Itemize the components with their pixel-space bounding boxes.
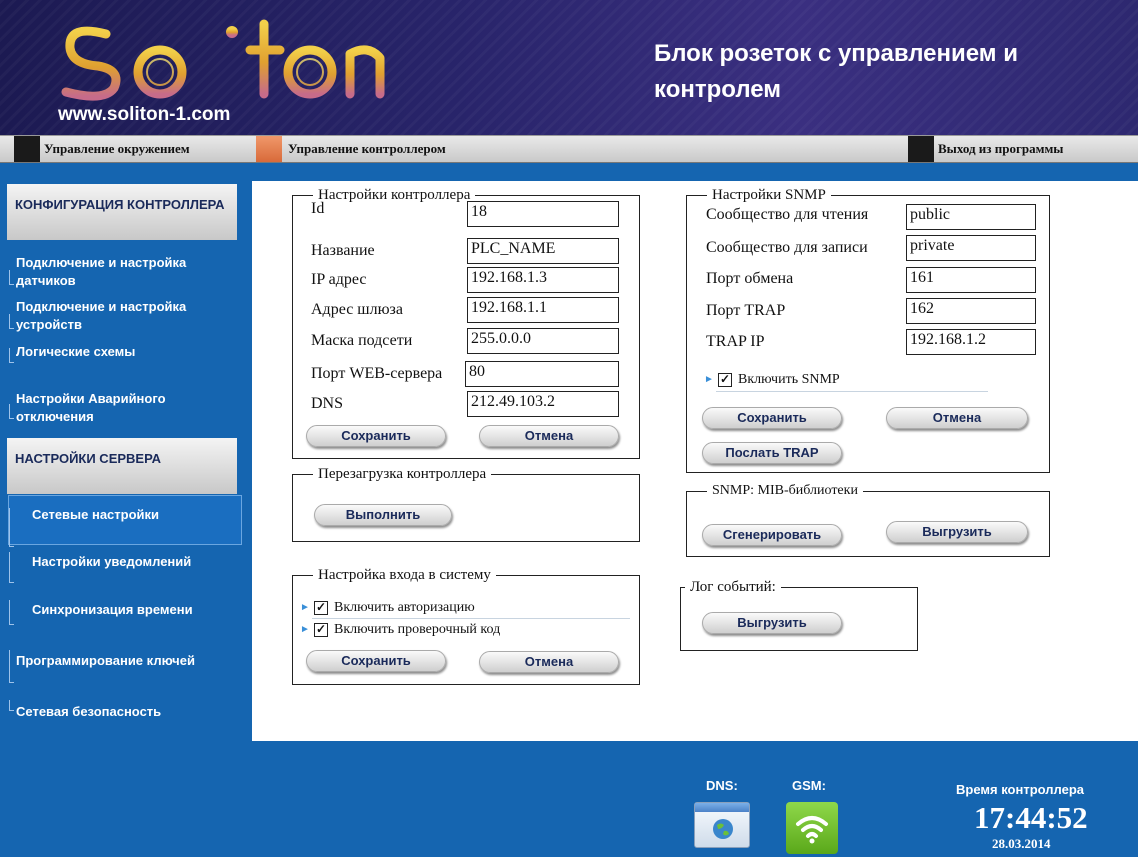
menu-controller-control[interactable]: Управление контроллером — [288, 136, 446, 162]
captcha-checkbox-row[interactable]: ► ✓ Включить проверочный код — [300, 621, 630, 639]
exchange-port-field[interactable]: 161 — [906, 267, 1036, 293]
label-id: Id — [311, 200, 325, 217]
dns-field[interactable]: 212.49.103.2 — [467, 391, 619, 417]
read-community-field[interactable]: public — [906, 204, 1036, 230]
label-trap-port: Порт TRAP — [706, 302, 786, 319]
sidebar-item-security[interactable]: Сетевая безопасность — [16, 703, 238, 721]
name-field[interactable]: PLC_NAME — [467, 238, 619, 264]
label-dns: DNS — [311, 395, 344, 412]
controller-settings-group: Настройки контроллера — [292, 187, 640, 459]
menu-square-active-icon — [256, 136, 282, 162]
label-read-community: Сообщество для чтения — [706, 206, 869, 223]
mib-legend: SNMP: MIB-библиотеки — [712, 483, 858, 498]
arrow-right-icon: ► — [300, 602, 310, 613]
snmp-settings-legend: Настройки SNMP — [712, 187, 826, 203]
gateway-field[interactable]: 192.168.1.1 — [467, 297, 619, 323]
dns-status-label: DNS: — [706, 778, 738, 793]
sidebar-item-notifications[interactable]: Настройки уведомлений — [32, 553, 254, 571]
sidebar-tick — [9, 600, 14, 625]
site-url: www.soliton-1.com — [58, 104, 231, 125]
controller-time-label: Время контроллера — [956, 782, 1085, 797]
sidebar-item-logic[interactable]: Логические схемы — [16, 343, 238, 361]
sidebar-tick — [9, 700, 14, 711]
auth-checkbox[interactable]: ✓ — [314, 601, 328, 615]
label-name: Название — [311, 242, 375, 259]
content-panel: Настройки контроллера Id 18 Название PLC… — [252, 181, 1138, 741]
label-gateway: Адрес шлюза — [311, 301, 403, 318]
sidebar-tick — [9, 270, 14, 285]
sidebar-item-keys[interactable]: Программирование ключей — [16, 652, 238, 670]
wifi-signal-icon — [796, 816, 828, 844]
reboot-legend: Перезагрузка контроллера — [318, 466, 487, 482]
event-log-legend: Лог событий: — [690, 579, 776, 595]
dns-status-icon — [694, 802, 750, 848]
login-save-button[interactable]: Сохранить — [306, 650, 446, 672]
snmp-enable-label: Включить SNMP — [738, 372, 840, 387]
sidebar-tick — [9, 508, 14, 547]
sidebar-tick — [9, 314, 14, 329]
sidebar-item-emergency[interactable]: Настройки Аварийного отключения — [16, 390, 238, 426]
arrow-right-icon: ► — [300, 624, 310, 635]
sidebar-item-time-sync[interactable]: Синхронизация времени — [32, 601, 254, 619]
menu-square-icon — [14, 136, 40, 162]
window-titlebar — [695, 803, 749, 812]
arrow-right-icon: ► — [704, 374, 714, 385]
divider — [716, 391, 988, 392]
login-cancel-button[interactable]: Отмена — [479, 651, 619, 673]
ip-field[interactable]: 192.168.1.3 — [467, 267, 619, 293]
snmp-enable-row[interactable]: ► ✓ Включить SNMP — [704, 371, 1004, 389]
snmp-cancel-button[interactable]: Отмена — [886, 407, 1028, 429]
controller-settings-legend: Настройки контроллера — [318, 187, 471, 203]
menu-env-control[interactable]: Управление окружением — [44, 136, 190, 162]
trap-port-field[interactable]: 162 — [906, 298, 1036, 324]
snmp-enable-checkbox[interactable]: ✓ — [718, 373, 732, 387]
menu-square-icon — [908, 136, 934, 162]
sidebar-tick — [9, 404, 14, 419]
sidebar-item-sensors[interactable]: Подключение и настройка датчиков — [16, 254, 238, 290]
trap-ip-field[interactable]: 192.168.1.2 — [906, 329, 1036, 355]
sidebar-tick — [9, 348, 14, 363]
web-port-field[interactable]: 80 — [465, 361, 619, 387]
sidebar-header-server: НАСТРОЙКИ СЕРВЕРА — [7, 438, 237, 494]
controller-time: 17:44:52 — [974, 800, 1088, 835]
subnet-field[interactable]: 255.0.0.0 — [467, 328, 619, 354]
auth-checkbox-row[interactable]: ► ✓ Включить авторизацию — [300, 599, 630, 617]
divider — [312, 618, 630, 619]
label-write-community: Сообщество для записи — [706, 239, 868, 256]
label-ip: IP адрес — [311, 271, 367, 288]
sidebar-tick — [9, 552, 14, 583]
snmp-save-button[interactable]: Сохранить — [702, 407, 842, 429]
controller-date: 28.03.2014 — [992, 836, 1051, 851]
sidebar-item-devices[interactable]: Подключение и настройка устройств — [16, 298, 238, 334]
sidebar-tick — [9, 650, 14, 683]
id-field[interactable]: 18 — [467, 201, 619, 227]
menu-exit[interactable]: Выход из программы — [938, 136, 1063, 162]
reboot-execute-button[interactable]: Выполнить — [314, 504, 452, 526]
gsm-status-icon — [786, 802, 838, 854]
globe-icon — [713, 819, 733, 839]
login-settings-legend: Настройка входа в систему — [318, 567, 491, 583]
app-title: Блок розеток с управлением и контролем — [654, 40, 1018, 103]
label-exchange-port: Порт обмена — [706, 270, 794, 287]
label-subnet: Маска подсети — [311, 332, 413, 349]
send-trap-button[interactable]: Послать TRAP — [702, 442, 842, 464]
sidebar-item-network[interactable]: Сетевые настройки — [32, 506, 254, 524]
label-web-port: Порт WEB-сервера — [311, 365, 443, 382]
auth-label: Включить авторизацию — [334, 600, 475, 615]
captcha-checkbox[interactable]: ✓ — [314, 623, 328, 637]
controller-save-button[interactable]: Сохранить — [306, 425, 446, 447]
sidebar-header-config: КОНФИГУРАЦИЯ КОНТРОЛЛЕРА — [7, 184, 237, 240]
header-banner: www.soliton-1.com Блок розеток с управле… — [0, 0, 1138, 135]
controller-cancel-button[interactable]: Отмена — [479, 425, 619, 447]
soliton-logo — [61, 17, 385, 101]
captcha-label: Включить проверочный код — [334, 622, 501, 637]
mib-generate-button[interactable]: Сгенерировать — [702, 524, 842, 546]
gsm-status-label: GSM: — [792, 778, 826, 793]
write-community-field[interactable]: private — [906, 235, 1036, 261]
label-trap-ip: TRAP IP — [706, 333, 765, 350]
menu-bar: Управление окружением Управление контрол… — [0, 135, 1138, 163]
log-export-button[interactable]: Выгрузить — [702, 612, 842, 634]
mib-export-button[interactable]: Выгрузить — [886, 521, 1028, 543]
